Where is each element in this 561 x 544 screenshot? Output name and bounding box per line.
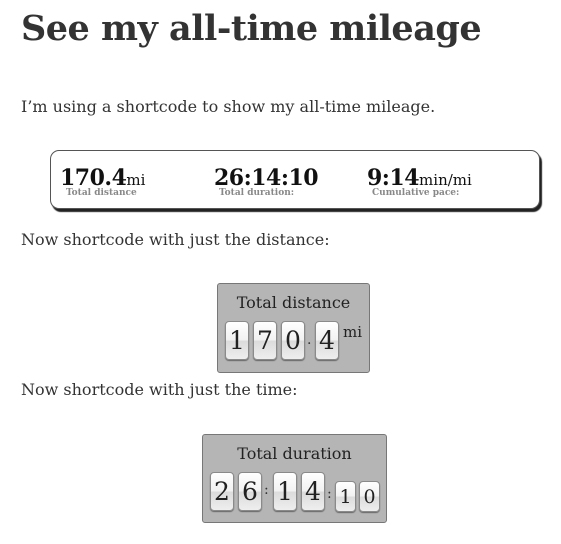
summary-pace-unit: min/mi (419, 171, 472, 189)
time-separator: : (327, 486, 332, 502)
distance-widget-title: Total distance (236, 293, 351, 312)
distance-widget: Total distance 1 7 0 . 4 mi (217, 283, 370, 373)
distance-heading: Now shortcode with just the distance: (21, 230, 330, 249)
time-heading: Now shortcode with just the time: (21, 380, 298, 399)
distance-digit: 7 (253, 321, 277, 360)
duration-digit: 0 (359, 481, 380, 512)
page-title: See my all-time mileage (21, 8, 482, 49)
summary-distance-label: Total distance (66, 188, 137, 198)
intro-text: I’m using a shortcode to show my all-tim… (21, 97, 436, 116)
summary-duration-label: Total duration: (219, 188, 295, 198)
distance-unit-label: mi (343, 323, 363, 341)
distance-digit: 0 (281, 321, 305, 360)
duration-digit: 6 (238, 472, 262, 511)
duration-digit: 1 (273, 472, 297, 511)
decimal-separator: . (307, 332, 312, 348)
duration-digit: 2 (210, 472, 234, 511)
mileage-summary-box: 170.4mi Total distance 26:14:10 Total du… (50, 150, 540, 209)
time-separator: : (264, 482, 269, 498)
summary-pace-label: Cumulative pace: (372, 188, 460, 198)
duration-widget: Total duration 2 6 : 1 4 : 1 0 (202, 434, 387, 523)
duration-digit: 1 (335, 481, 356, 512)
distance-digit: 4 (315, 321, 339, 360)
duration-widget-title: Total duration (237, 444, 352, 463)
duration-digit: 4 (301, 472, 325, 511)
distance-digit: 1 (225, 321, 249, 360)
summary-distance-unit: mi (126, 171, 146, 189)
